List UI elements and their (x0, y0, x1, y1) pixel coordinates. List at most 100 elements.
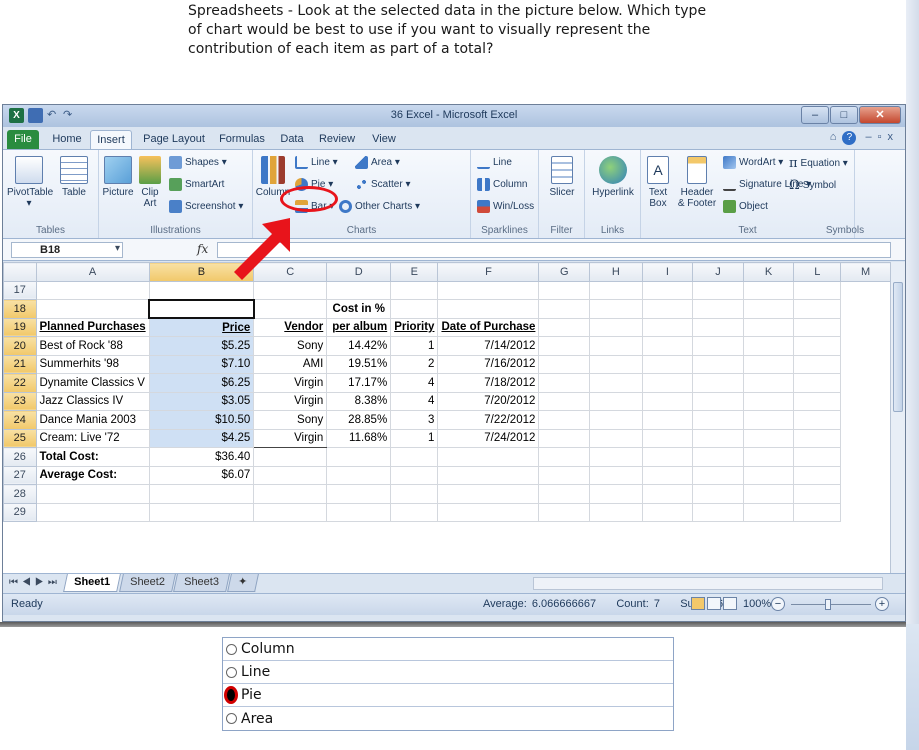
cell[interactable] (437, 299, 540, 319)
cell[interactable] (742, 465, 795, 485)
name-box[interactable]: B18 (11, 242, 123, 258)
zoom-in-button[interactable]: + (875, 597, 889, 611)
cell[interactable] (35, 484, 150, 504)
cell[interactable] (641, 428, 694, 448)
cell[interactable] (692, 354, 744, 374)
answer-option-area[interactable]: Area (223, 707, 673, 730)
tab-file[interactable]: File (7, 130, 39, 149)
cell[interactable] (253, 447, 328, 467)
cell[interactable] (793, 410, 842, 430)
cell[interactable] (742, 354, 795, 374)
row-header[interactable]: 23 (3, 391, 37, 411)
row-header[interactable]: 21 (3, 354, 37, 374)
cell[interactable] (390, 484, 439, 504)
cell[interactable]: 7/18/2012 (437, 373, 540, 393)
tab-home[interactable]: Home (47, 130, 87, 149)
scatter-chart-button[interactable]: Scatter ▾ (355, 178, 410, 191)
sheet-nav-arrows[interactable]: ⏮◀▶⏭ (9, 577, 61, 588)
cell[interactable]: 7/16/2012 (437, 354, 540, 374)
cell[interactable] (390, 447, 439, 467)
cell[interactable] (326, 447, 392, 467)
cell[interactable] (589, 336, 643, 356)
cell[interactable] (437, 484, 540, 504)
cell[interactable] (437, 280, 540, 300)
cell[interactable] (793, 280, 842, 300)
cell[interactable] (538, 391, 591, 411)
cell[interactable] (390, 280, 439, 300)
cell[interactable] (538, 280, 591, 300)
cell[interactable] (589, 354, 643, 374)
worksheet-grid[interactable]: ABCDEFGHIJKLM 17 18 Cost in % 19 Planned Pur… (3, 262, 891, 573)
row-header[interactable]: 17 (3, 280, 37, 300)
zoom-slider-knob[interactable] (825, 599, 831, 610)
close-button[interactable]: ✕ (859, 106, 901, 124)
row-header[interactable]: 27 (3, 465, 37, 485)
answer-option-line[interactable]: Line (223, 661, 673, 684)
cell[interactable] (326, 280, 392, 300)
cell[interactable] (742, 299, 795, 319)
vertical-scrollbar[interactable] (890, 262, 905, 573)
cell[interactable]: Sony (253, 410, 328, 430)
cell[interactable] (253, 465, 328, 485)
table-button[interactable]: Table (55, 156, 93, 198)
cell[interactable] (326, 502, 392, 522)
screenshot-button[interactable]: Screenshot ▾ (169, 200, 243, 213)
column-header[interactable]: M (840, 262, 891, 282)
cell[interactable] (742, 317, 795, 337)
cell[interactable] (589, 484, 643, 504)
cell[interactable] (641, 336, 694, 356)
cell[interactable] (742, 373, 795, 393)
cell[interactable] (641, 410, 694, 430)
cell[interactable]: Jazz Classics IV (35, 391, 150, 411)
cell[interactable]: Dance Mania 2003 (35, 410, 150, 430)
cell[interactable]: 7/20/2012 (437, 391, 540, 411)
tab-data[interactable]: Data (275, 130, 309, 149)
cell[interactable] (793, 317, 842, 337)
row-header[interactable]: 25 (3, 428, 37, 448)
insert-sheet-icon[interactable]: ✦ (227, 574, 259, 592)
cell[interactable] (35, 299, 150, 319)
tab-formulas[interactable]: Formulas (213, 130, 271, 149)
cell[interactable] (692, 502, 744, 522)
tab-view[interactable]: View (365, 130, 403, 149)
cell[interactable] (148, 484, 255, 504)
cell[interactable] (793, 484, 842, 504)
column-header[interactable]: D (326, 262, 392, 282)
cell[interactable] (793, 336, 842, 356)
cell[interactable] (793, 373, 842, 393)
cell[interactable] (641, 391, 694, 411)
cell[interactable] (793, 354, 842, 374)
column-header[interactable]: K (742, 262, 795, 282)
cell[interactable] (390, 502, 439, 522)
page-layout-view-icon[interactable] (707, 597, 721, 610)
restore-icon[interactable]: – (865, 131, 877, 143)
row-header[interactable]: 29 (3, 502, 37, 522)
cell[interactable] (148, 502, 255, 522)
help-icon[interactable]: ? (842, 131, 857, 145)
cell[interactable] (742, 280, 795, 300)
zoom-slider[interactable] (791, 599, 871, 610)
cell[interactable] (742, 336, 795, 356)
shapes-button[interactable]: Shapes ▾ (169, 156, 227, 169)
cell[interactable] (437, 465, 540, 485)
cell[interactable]: Date of Purchase (437, 317, 540, 337)
sparkline-column-button[interactable]: Column (477, 178, 527, 191)
header-footer-button[interactable]: Header & Footer (675, 156, 719, 209)
cell[interactable] (692, 336, 744, 356)
cell[interactable]: 7/14/2012 (437, 336, 540, 356)
cell[interactable]: $36.40 (148, 447, 255, 467)
radio-icon[interactable] (226, 643, 237, 655)
column-header[interactable]: J (692, 262, 744, 282)
column-header[interactable]: I (641, 262, 694, 282)
cell[interactable] (538, 410, 591, 430)
cell[interactable]: 4 (390, 373, 439, 393)
cell[interactable] (742, 484, 795, 504)
cell[interactable] (35, 502, 150, 522)
cell[interactable]: Average Cost: (35, 465, 150, 485)
cell[interactable]: 28.85% (326, 410, 392, 430)
clip-art-button[interactable]: Clip Art (135, 156, 165, 209)
cell[interactable] (793, 391, 842, 411)
cell[interactable]: 19.51% (326, 354, 392, 374)
cell[interactable] (692, 280, 744, 300)
horizontal-scrollbar[interactable] (533, 577, 883, 590)
